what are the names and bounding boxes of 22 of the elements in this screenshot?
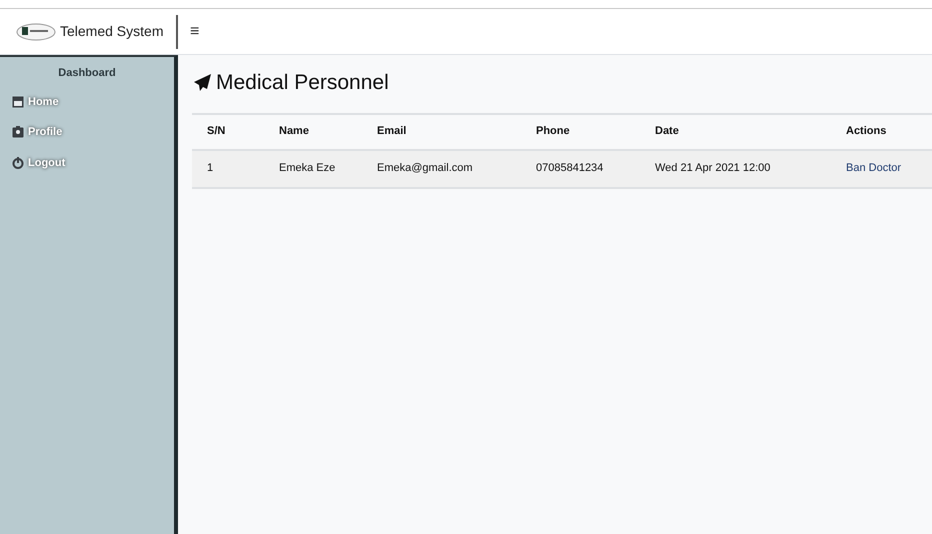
power-icon — [12, 156, 24, 169]
brand-name: Telemed System — [60, 22, 164, 41]
ban-doctor-link[interactable]: Ban Doctor — [846, 160, 931, 177]
logo-icon — [16, 22, 56, 42]
column-header: Phone — [535, 124, 571, 140]
table-cell-text: Emeka@gmail.com — [376, 161, 474, 176]
sidebar-title: Dashboard — [57, 66, 117, 81]
sidebar-item[interactable]: Profile — [12, 124, 174, 140]
menu-toggle[interactable]: ≡ — [190, 24, 200, 40]
sidebar-item[interactable]: Home — [12, 94, 174, 110]
column-header: Date — [654, 124, 680, 140]
page-title: Medical Personnel — [216, 70, 389, 96]
sidebar-item[interactable]: Logout — [12, 154, 174, 171]
table-cell-text: 07085841234 — [535, 161, 604, 176]
table-cell-text: Wed 21 Apr 2021 12:00 — [654, 161, 772, 176]
paper-plane-icon — [192, 72, 212, 93]
column-header: Name — [278, 124, 310, 140]
column-header: Actions — [845, 124, 888, 140]
column-header: Email — [376, 124, 408, 140]
table-cell-text: 1 — [206, 161, 214, 176]
column-header: S/N — [206, 124, 226, 140]
table-cell-text: Emeka Eze — [278, 161, 336, 176]
